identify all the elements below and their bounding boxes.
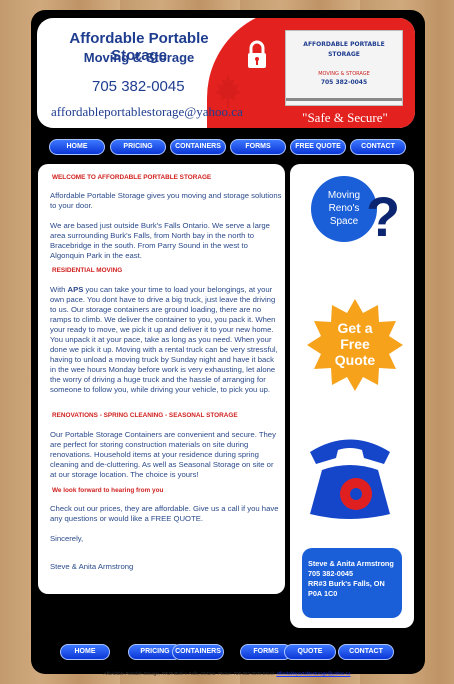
- header-phone: 705 382-0045: [92, 78, 185, 95]
- contact-address-line1: RR#3 Burk's Falls, ON: [308, 579, 385, 588]
- question-mark-icon: ?: [366, 185, 401, 248]
- container-label-moving: MOVING & STORAGE: [318, 71, 370, 77]
- residential-text: you can take your time to load your belo…: [50, 285, 278, 394]
- location-paragraph: We are based just outside Burk's Falls O…: [50, 221, 270, 260]
- main-content: WELCOME TO AFFORDABLE PORTABLE STORAGE A…: [38, 164, 285, 594]
- aps-bold: APS: [67, 285, 84, 294]
- top-nav: HOME PRICING CONTAINERS FORMS FREE QUOTE…: [44, 139, 414, 155]
- footer-text: Affordable Portable Storage, RR3# Burk`s…: [103, 671, 277, 676]
- contact-info-box: Steve & Anita Armstrong 705 382-0045 RR#…: [302, 548, 402, 618]
- look-forward-heading: We look forward to hearing from you: [52, 487, 164, 494]
- footer-nav-contact[interactable]: CONTACT: [338, 644, 394, 660]
- container-label-phone: 705 382-0045: [320, 79, 368, 86]
- footer-nav-quote[interactable]: QUOTE: [284, 644, 336, 660]
- container-base: [286, 98, 402, 101]
- maple-leaf-icon: [215, 74, 241, 108]
- contact-phone: 705 382-0045: [308, 569, 354, 578]
- quote-line-1: Get a: [337, 320, 373, 336]
- residential-paragraph: With APS you can take your time to load …: [50, 285, 282, 395]
- welcome-heading: WELCOME TO AFFORDABLE PORTABLE STORAGE: [52, 174, 212, 181]
- residential-lead: With: [50, 285, 68, 294]
- tagline: Moving & Storage: [83, 50, 195, 65]
- bottom-nav: HOME PRICING CONTAINERS FORMS QUOTE CONT…: [44, 644, 414, 660]
- footer: Affordable Portable Storage, RR3# Burk`s…: [0, 671, 454, 676]
- slogan: "Safe & Secure": [302, 110, 388, 125]
- footer-nav-containers[interactable]: CONTAINERS: [172, 644, 224, 660]
- nav-containers[interactable]: CONTAINERS: [170, 139, 226, 155]
- nav-free-quote[interactable]: FREE QUOTE: [290, 139, 346, 155]
- sidebar: Moving Reno's Space ? Get a Free Quote S…: [290, 164, 414, 628]
- residential-heading: RESIDENTIAL MOVING: [52, 267, 123, 274]
- nav-pricing[interactable]: PRICING: [110, 139, 166, 155]
- contact-address-line2: P0A 1C0: [308, 589, 338, 598]
- container-label-sub: STORAGE: [328, 51, 360, 58]
- intro-paragraph: Affordable Portable Storage gives you mo…: [50, 191, 282, 210]
- renovations-heading: RENOVATIONS - SPRING CLEANING - SEASONAL…: [52, 412, 238, 419]
- sincerely-text: Sincerely,: [50, 534, 84, 543]
- nav-contact[interactable]: CONTACT: [350, 139, 406, 155]
- lock-icon: [248, 40, 266, 68]
- container-label-title: AFFORDABLE PORTABLE: [303, 41, 385, 48]
- nav-forms[interactable]: FORMS: [230, 139, 286, 155]
- signature-text: Steve & Anita Armstrong: [50, 562, 134, 571]
- nav-home[interactable]: HOME: [49, 139, 105, 155]
- footer-email-link[interactable]: affordableportablestorage@yahoo.ca: [276, 671, 350, 676]
- renovations-paragraph: Our Portable Storage Containers are conv…: [50, 430, 276, 479]
- quote-line-2: Free: [340, 336, 370, 352]
- quote-line-3: Quote: [334, 352, 376, 368]
- telephone-icon: [310, 439, 390, 519]
- footer-nav-home[interactable]: HOME: [60, 644, 110, 660]
- site-header: Affordable Portable Storage Moving & Sto…: [37, 18, 415, 128]
- free-quote-badge[interactable]: Get a Free Quote: [307, 299, 403, 391]
- closing-paragraph: Check out our prices, they are affordabl…: [50, 504, 279, 523]
- storage-container-image: AFFORDABLE PORTABLE STORAGE MOVING & STO…: [285, 30, 403, 106]
- contact-name: Steve & Anita Armstrong: [308, 559, 394, 568]
- header-email[interactable]: affordableportablestorage@yahoo.ca: [51, 104, 243, 120]
